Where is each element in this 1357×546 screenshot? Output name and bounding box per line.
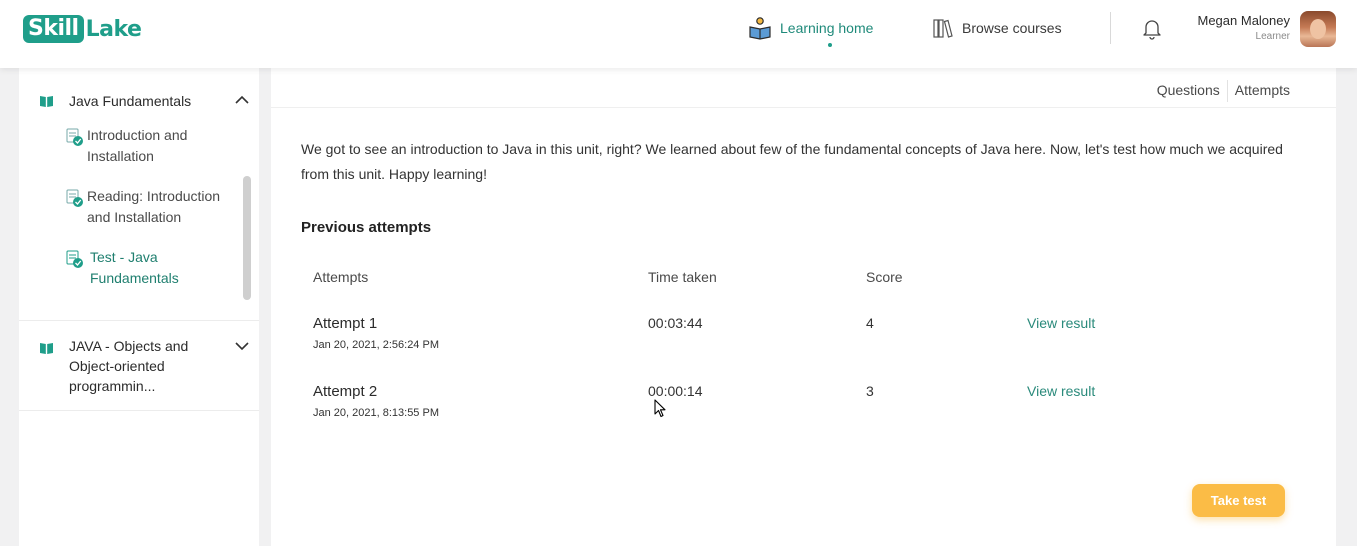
logo-skill: Skill <box>23 15 84 43</box>
reading-person-icon <box>749 17 771 40</box>
table-row: Attempt 2 Jan 20, 2021, 8:13:55 PM 00:00… <box>313 383 1213 433</box>
module-title: JAVA - Objects and Object-oriented progr… <box>69 338 189 394</box>
module-java-fundamentals[interactable]: Java Fundamentals <box>19 91 259 111</box>
module-divider <box>19 410 259 411</box>
module-java-objects[interactable]: JAVA - Objects and Object-oriented progr… <box>19 336 259 396</box>
attempt-time: 00:03:44 <box>648 315 703 331</box>
nav-learning-home-label: Learning home <box>780 20 874 36</box>
lesson-item[interactable]: Introduction and Installation <box>66 125 246 167</box>
attempt-score: 3 <box>866 383 874 399</box>
table-row: Attempt 1 Jan 20, 2021, 2:56:24 PM 00:03… <box>313 315 1213 365</box>
chevron-up-icon[interactable] <box>235 95 249 105</box>
notification-bell-icon[interactable] <box>1142 18 1162 45</box>
attempt-date: Jan 20, 2021, 8:13:55 PM <box>313 407 439 419</box>
logo-lake: Lake <box>85 16 142 42</box>
top-header: Skill Lake Learning home Browse courses M… <box>0 0 1357 68</box>
header-time-taken: Time taken <box>648 269 717 285</box>
sidebar-scrollbar[interactable] <box>243 176 251 300</box>
avatar-face <box>1310 19 1326 39</box>
attempt-time: 00:00:14 <box>648 383 703 399</box>
tab-questions[interactable]: Questions <box>1150 82 1227 102</box>
header-divider <box>1110 12 1111 44</box>
active-indicator-dot <box>828 43 832 47</box>
user-role: Learner <box>1255 31 1290 42</box>
lesson-check-icon <box>66 128 83 146</box>
lesson-item[interactable]: Reading: Introduction and Installation <box>66 186 246 228</box>
take-test-button[interactable]: Take test <box>1192 484 1285 517</box>
unit-intro-text: We got to see an introduction to Java in… <box>301 141 1283 182</box>
tabs-underline <box>271 107 1336 108</box>
lesson-label: Reading: Introduction and Installation <box>87 188 221 225</box>
skilllake-logo[interactable]: Skill Lake <box>23 15 142 43</box>
view-result-link[interactable]: View result <box>1027 383 1095 399</box>
tab-attempts[interactable]: Attempts <box>1228 82 1297 102</box>
nav-learning-home[interactable]: Learning home <box>748 16 874 47</box>
book-icon <box>40 343 53 354</box>
user-avatar[interactable] <box>1300 11 1336 47</box>
book-icon <box>40 96 53 107</box>
header-attempts: Attempts <box>313 269 369 285</box>
attempt-name: Attempt 2 <box>313 383 378 400</box>
course-sidebar: Java Fundamentals Introduction and Insta… <box>19 68 259 546</box>
lesson-item-active[interactable]: Test - Java Fundamentals <box>66 247 246 289</box>
reading-check-icon <box>66 189 83 207</box>
view-result-link[interactable]: View result <box>1027 315 1095 331</box>
lesson-label: Test - Java Fundamentals <box>90 249 179 286</box>
attempt-name: Attempt 1 <box>313 315 378 332</box>
mouse-cursor-icon <box>654 399 666 418</box>
test-check-icon <box>66 250 83 268</box>
books-icon <box>933 19 953 38</box>
nav-browse-courses[interactable]: Browse courses <box>932 16 1062 40</box>
attempt-date: Jan 20, 2021, 2:56:24 PM <box>313 339 439 351</box>
header-score: Score <box>866 269 903 285</box>
main-content: Questions Attempts We got to see an intr… <box>271 68 1336 546</box>
chevron-down-icon[interactable] <box>235 341 249 351</box>
module-title: Java Fundamentals <box>69 93 192 109</box>
attempt-score: 4 <box>866 315 874 331</box>
module-divider <box>19 320 259 321</box>
nav-browse-courses-label: Browse courses <box>962 20 1062 36</box>
user-name[interactable]: Megan Maloney <box>1198 13 1291 28</box>
content-tabs: Questions Attempts <box>1150 80 1297 102</box>
lesson-label: Introduction and Installation <box>87 127 188 164</box>
previous-attempts-title: Previous attempts <box>301 219 432 236</box>
